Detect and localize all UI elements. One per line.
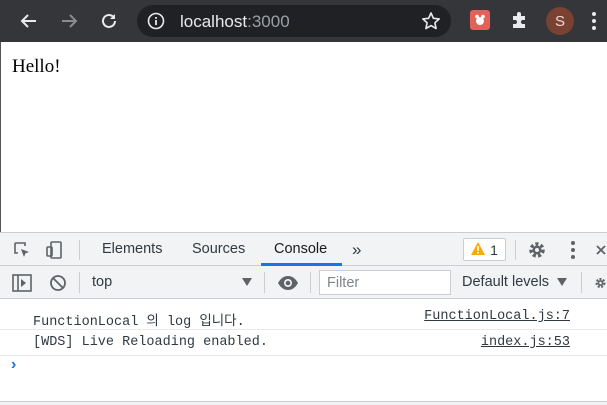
gear-icon[interactable]: [526, 239, 548, 261]
page-viewport: Hello!: [0, 42, 607, 232]
console-toolbar: top Default levels: [0, 266, 607, 299]
url-text: localhost:3000: [180, 12, 290, 32]
console-message: [WDS] Live Reloading enabled. index.js:5…: [0, 330, 607, 356]
divider: [581, 272, 582, 293]
more-tabs-button[interactable]: »: [352, 233, 361, 266]
warning-icon: [471, 241, 486, 258]
avatar[interactable]: S: [546, 7, 574, 35]
star-icon[interactable]: [421, 11, 441, 31]
page-text: Hello!: [12, 56, 61, 77]
clear-console-icon[interactable]: [47, 272, 69, 294]
divider: [79, 240, 80, 260]
chevron-down-icon: [557, 278, 567, 286]
console-settings-icon[interactable]: [594, 272, 607, 294]
devtools-tab-bar: Elements Sources Console » 1: [0, 232, 607, 266]
tab-sources[interactable]: Sources: [192, 233, 245, 266]
divider: [79, 272, 80, 293]
forward-arrow-icon[interactable]: [55, 7, 83, 35]
warnings-badge[interactable]: 1: [463, 238, 506, 261]
devtools-menu-icon[interactable]: [562, 239, 584, 261]
address-bar[interactable]: localhost:3000: [137, 5, 451, 37]
divider: [264, 272, 265, 293]
kebab-menu-icon[interactable]: [586, 8, 602, 34]
url-port: :3000: [247, 12, 290, 31]
inspect-element-icon[interactable]: [11, 239, 33, 261]
device-toolbar-icon[interactable]: [44, 239, 66, 261]
console-message-text: [WDS] Live Reloading enabled.: [33, 335, 268, 350]
divider: [515, 240, 516, 260]
eye-icon[interactable]: [276, 272, 300, 294]
console-message-source-link[interactable]: index.js:53: [481, 335, 570, 350]
info-icon[interactable]: [147, 12, 165, 30]
warnings-count: 1: [490, 241, 498, 258]
filter-input[interactable]: [320, 271, 450, 294]
log-levels-dropdown[interactable]: Default levels: [462, 270, 570, 295]
console-output: FunctionLocal 의 log 입니다. FunctionLocal.j…: [0, 299, 607, 405]
context-selector[interactable]: top: [84, 270, 260, 295]
close-icon[interactable]: [595, 239, 607, 261]
context-value: top: [92, 274, 113, 290]
puzzle-icon[interactable]: [508, 9, 530, 31]
console-message: FunctionLocal 의 log 입니다. FunctionLocal.j…: [0, 304, 607, 330]
chevron-down-icon: [242, 278, 252, 286]
log-levels-value: Default levels: [462, 274, 550, 290]
bottom-edge: [0, 401, 607, 405]
reload-icon[interactable]: [95, 7, 123, 35]
console-message-source-link[interactable]: FunctionLocal.js:7: [424, 309, 570, 324]
url-host: localhost: [180, 12, 248, 31]
tab-elements[interactable]: Elements: [102, 233, 162, 266]
tab-console[interactable]: Console: [274, 233, 327, 266]
browser-toolbar: localhost:3000 S: [0, 0, 607, 42]
sidebar-toggle-icon[interactable]: [11, 272, 33, 294]
back-arrow-icon[interactable]: [15, 7, 43, 35]
extension-icon[interactable]: [470, 10, 490, 30]
filter-input-wrapper: [319, 270, 451, 295]
console-prompt[interactable]: ›: [11, 356, 16, 374]
divider: [310, 272, 311, 293]
console-message-text: FunctionLocal 의 log 입니다.: [33, 315, 245, 330]
